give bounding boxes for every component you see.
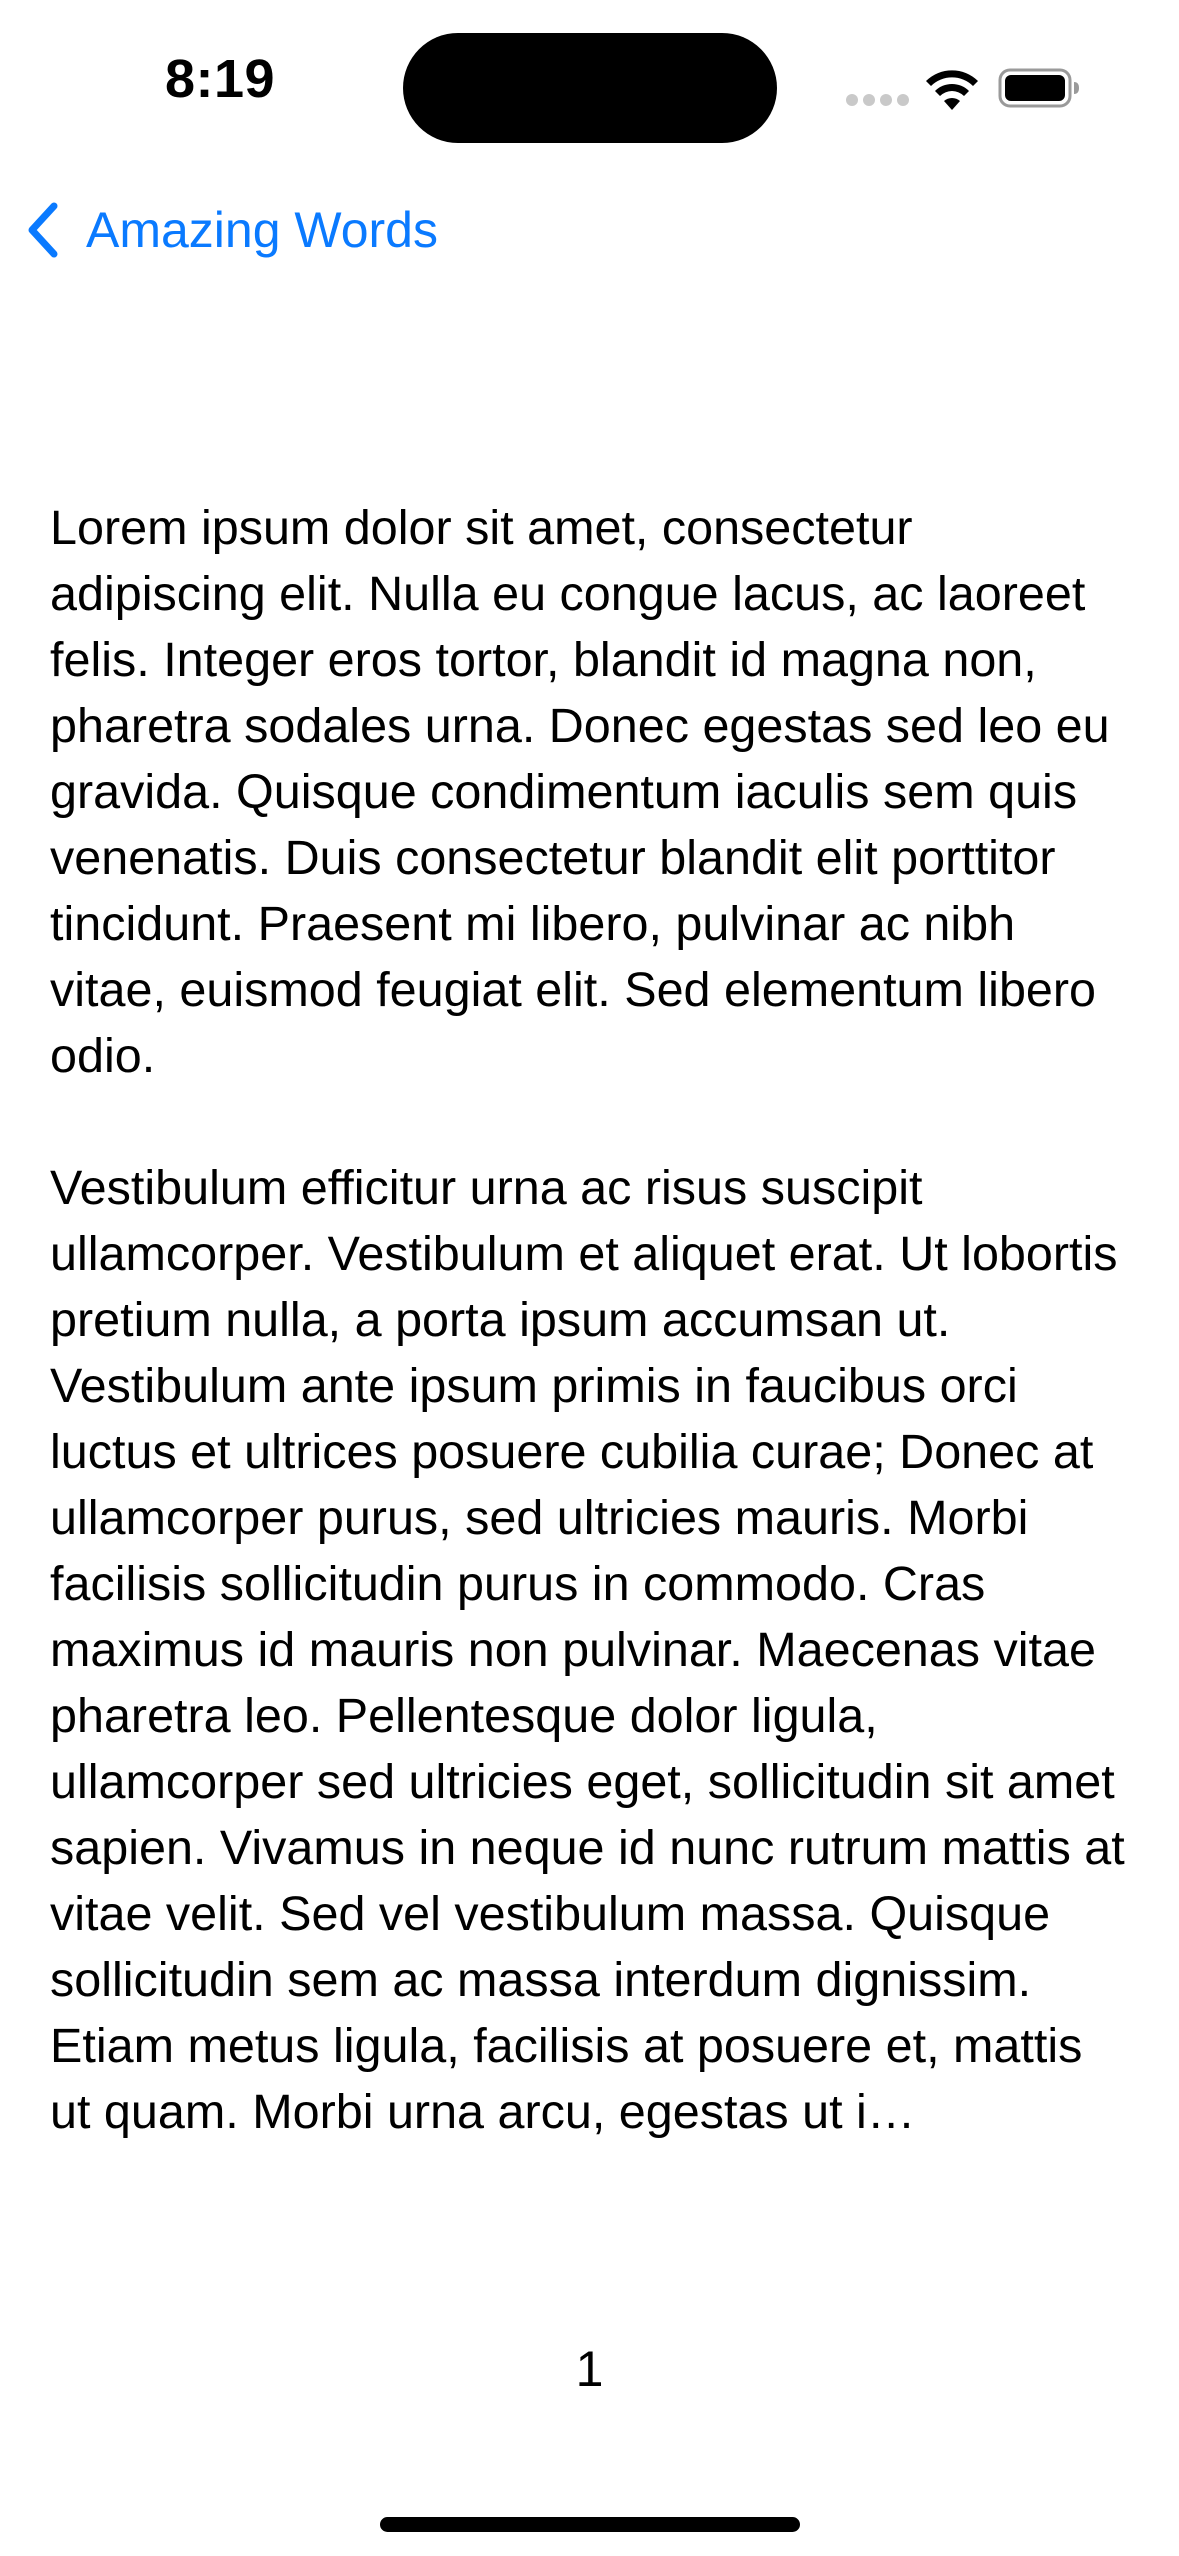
chevron-left-icon xyxy=(28,202,58,258)
wifi-icon xyxy=(926,70,978,110)
status-time: 8:19 xyxy=(164,49,276,109)
home-indicator[interactable] xyxy=(380,2517,800,2532)
paragraph-2: Vestibulum efficitur urna ac risus susci… xyxy=(50,1161,1125,2139)
dynamic-island xyxy=(403,33,777,143)
back-button-label: Amazing Words xyxy=(86,202,438,258)
signal-icon xyxy=(846,94,910,106)
battery-icon xyxy=(998,68,1079,108)
paragraph-1: Lorem ipsum dolor sit amet, consectetur … xyxy=(50,501,1110,1083)
page-number: 1 xyxy=(575,2341,604,2397)
status-bar: 8:19 xyxy=(0,0,1179,180)
back-button[interactable]: Amazing Words xyxy=(24,190,438,270)
reading-content: Lorem ipsum dolor sit amet, consectetur … xyxy=(50,495,1130,2145)
